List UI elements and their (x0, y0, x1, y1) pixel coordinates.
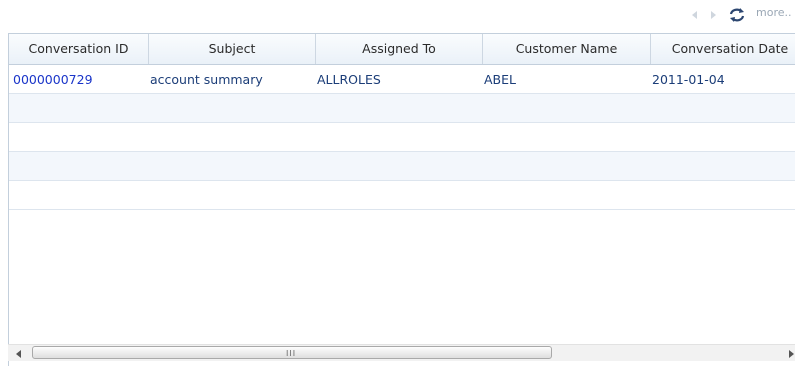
chevron-left-icon[interactable] (690, 9, 700, 21)
table-row-empty (9, 123, 795, 152)
column-header-assigned-to[interactable]: Assigned To (316, 34, 483, 64)
refresh-icon[interactable] (729, 8, 745, 22)
customer-name-cell: ABEL (484, 72, 516, 87)
grid-toolbar: more.. (0, 0, 795, 32)
scroll-right-arrow-icon[interactable] (787, 348, 795, 358)
scroll-left-arrow-icon[interactable] (14, 348, 24, 358)
more-link[interactable]: more.. (756, 6, 792, 19)
assigned-to-cell: ALLROLES (317, 72, 381, 87)
table-row[interactable]: 0000000729 account summary ALLROLES ABEL… (9, 65, 795, 94)
column-header-subject[interactable]: Subject (149, 34, 316, 64)
scrollbar-thumb[interactable]: III (32, 346, 552, 359)
column-header-customer-name[interactable]: Customer Name (483, 34, 651, 64)
table-row-empty (9, 152, 795, 181)
column-header-conversation-id[interactable]: Conversation ID (9, 34, 149, 64)
horizontal-scrollbar[interactable]: III (8, 344, 795, 361)
table-header: Conversation ID Subject Assigned To Cust… (9, 34, 795, 65)
conversation-id-link[interactable]: 0000000729 (13, 65, 93, 94)
scrollbar-grip: III (286, 349, 297, 358)
conversation-date-cell: 2011-01-04 (652, 72, 725, 87)
chevron-right-icon[interactable] (708, 9, 718, 21)
subject-cell: account summary (150, 72, 263, 87)
column-header-conversation-date[interactable]: Conversation Date (651, 34, 795, 64)
table-row-empty (9, 181, 795, 210)
conversations-table: Conversation ID Subject Assigned To Cust… (8, 33, 795, 366)
table-row-empty (9, 94, 795, 123)
